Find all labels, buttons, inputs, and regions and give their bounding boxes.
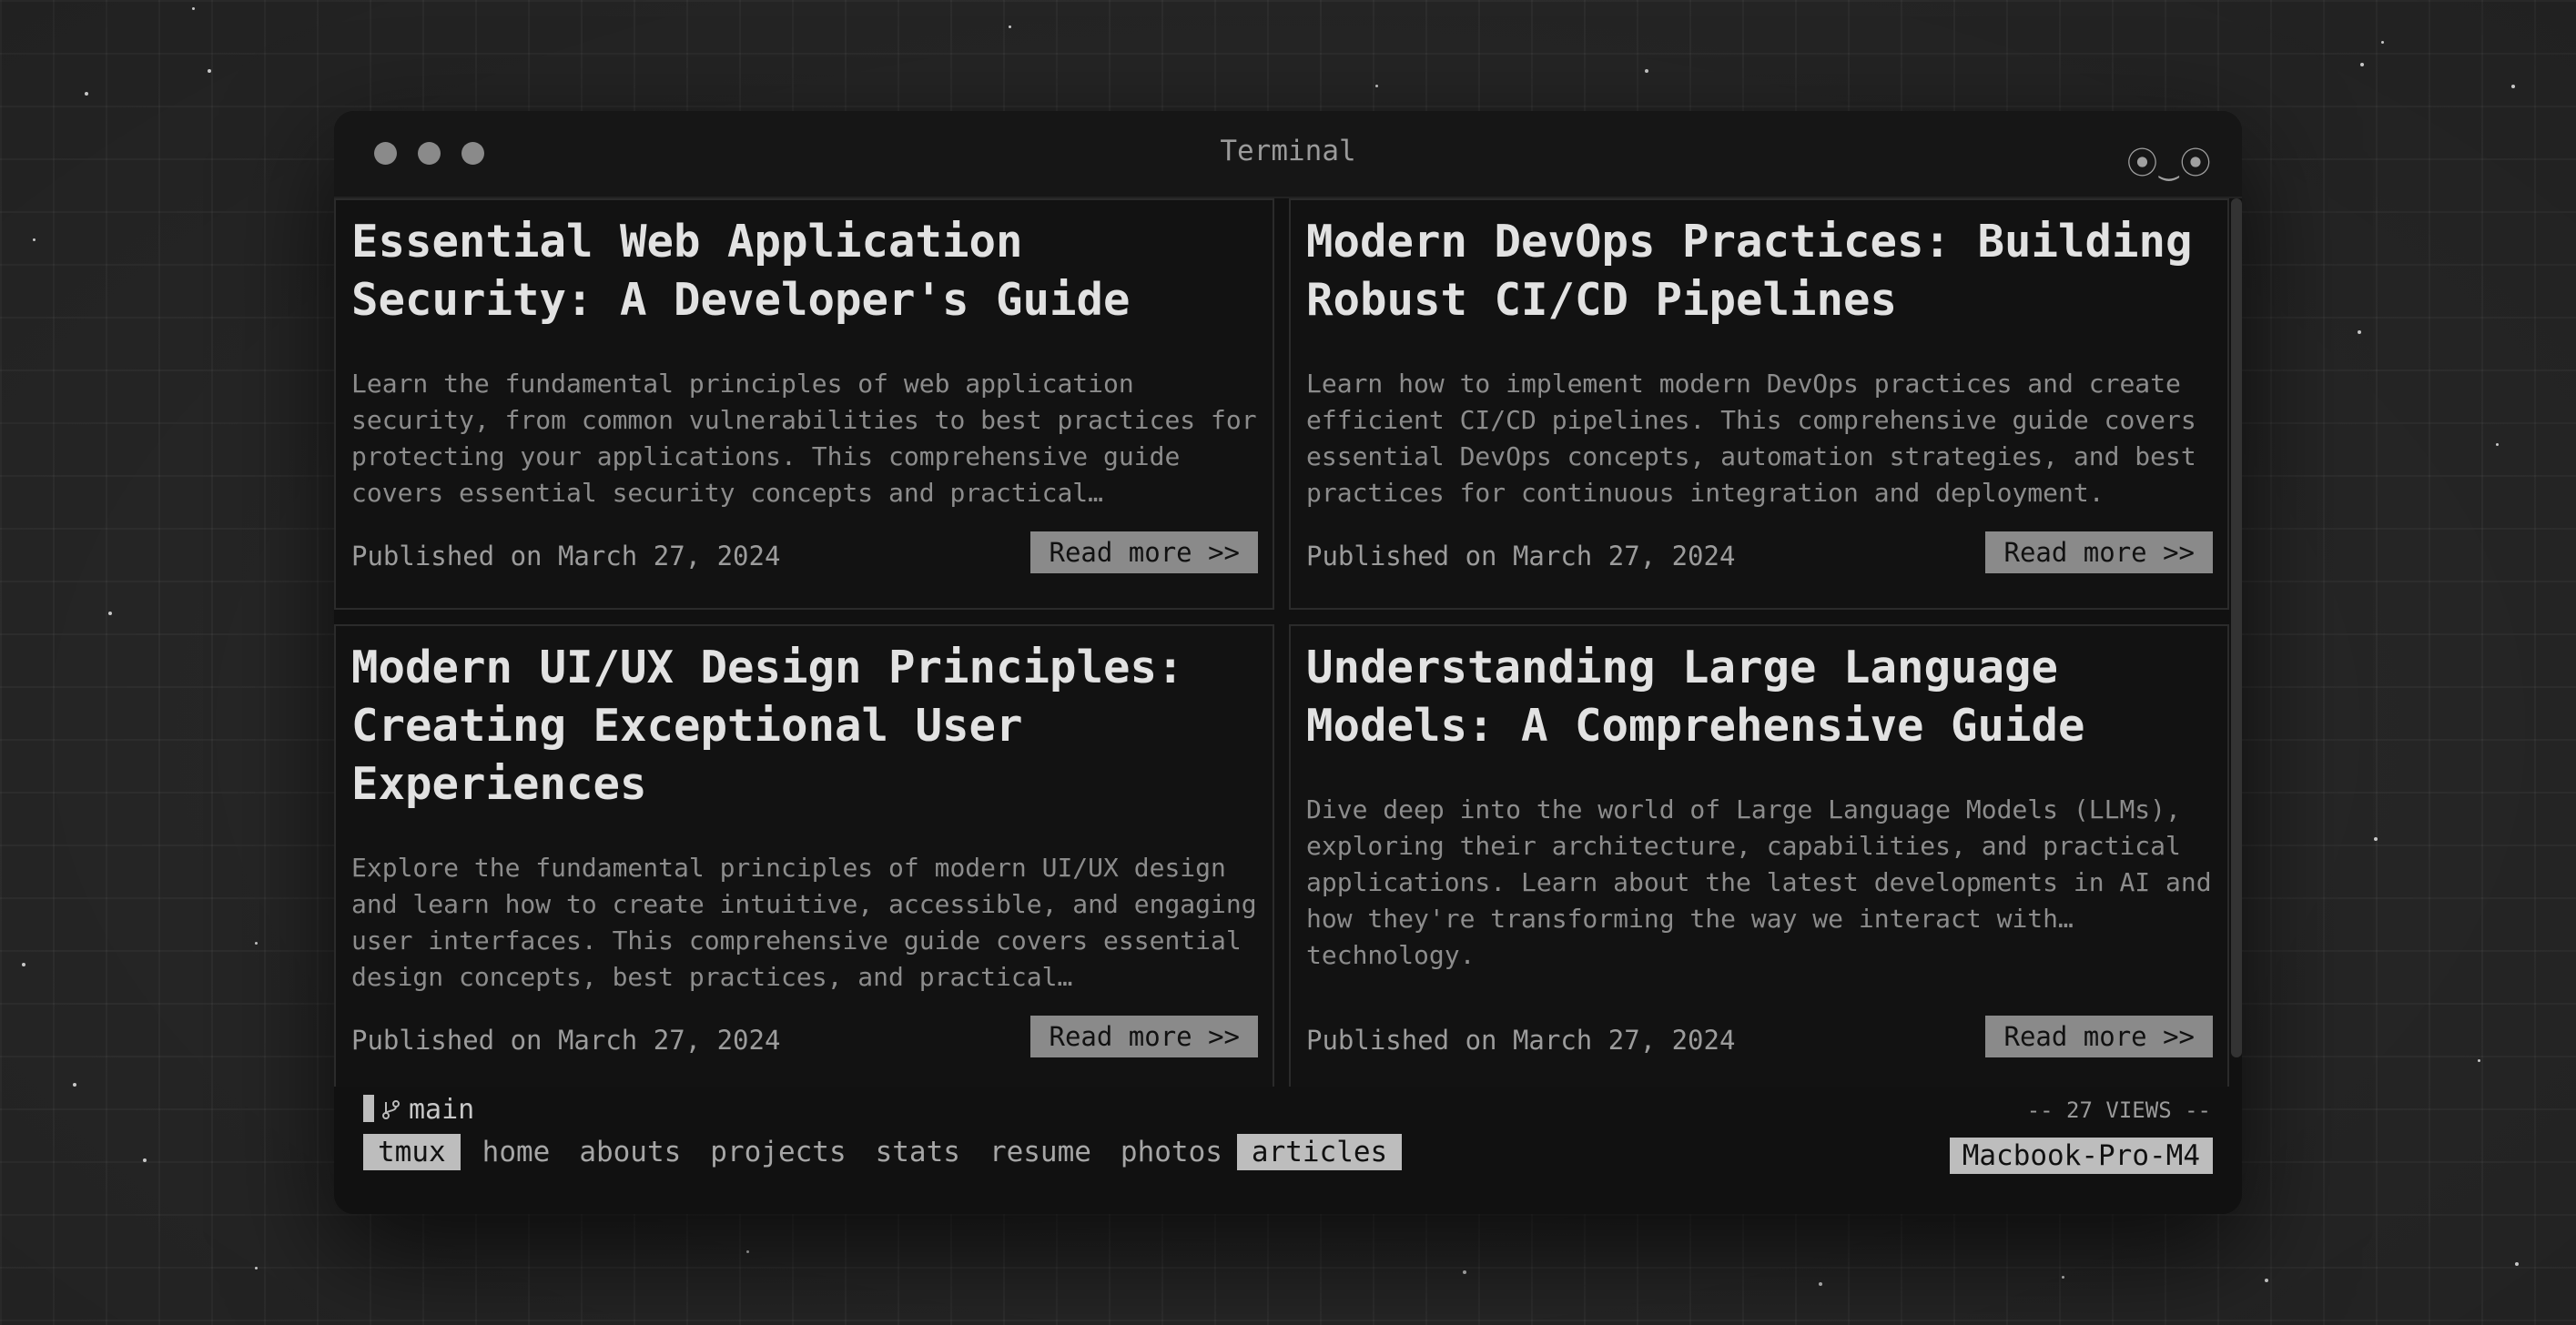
nav-item-articles[interactable]: articles bbox=[1236, 1134, 1403, 1170]
article-card: Essential Web Application Security: A De… bbox=[334, 198, 1274, 610]
session-label: tmux bbox=[363, 1134, 461, 1170]
nav-item-resume[interactable]: resume bbox=[975, 1134, 1106, 1170]
publish-date: Published on March 27, 2024 bbox=[351, 541, 781, 571]
tmux-status-bar: main -- 27 VIEWS -- tmux home abouts pro… bbox=[334, 1087, 2242, 1214]
git-branch-icon bbox=[382, 1100, 400, 1119]
article-card: Understanding Large Language Models: A C… bbox=[1289, 624, 2229, 1097]
articles-grid: Essential Web Application Security: A De… bbox=[334, 198, 2229, 1201]
title-bar: Terminal ⦿‿⦿ bbox=[334, 111, 2242, 198]
nav-item-abouts[interactable]: abouts bbox=[564, 1134, 695, 1170]
cursor-block bbox=[363, 1095, 374, 1122]
article-title[interactable]: Understanding Large Language Models: A C… bbox=[1306, 639, 2212, 755]
host-label: Macbook-Pro-M4 bbox=[1949, 1138, 2213, 1174]
read-more-button[interactable]: Read more >> bbox=[1985, 1016, 2213, 1057]
article-card: Modern DevOps Practices: Building Robust… bbox=[1289, 198, 2229, 610]
window-title: Terminal bbox=[1220, 135, 1356, 167]
branch-name: main bbox=[409, 1094, 475, 1126]
article-title[interactable]: Modern UI/UX Design Principles: Creating… bbox=[351, 639, 1257, 814]
article-excerpt: Learn how to implement modern DevOps pra… bbox=[1306, 369, 2196, 508]
nav-item-photos[interactable]: photos bbox=[1106, 1134, 1237, 1170]
read-more-button[interactable]: Read more >> bbox=[1030, 1016, 1258, 1057]
tmux-nav: tmux home abouts projects stats resume p… bbox=[363, 1134, 1403, 1170]
article-excerpt: Explore the fundamental principles of mo… bbox=[351, 853, 1257, 992]
publish-date: Published on March 27, 2024 bbox=[351, 1025, 781, 1056]
views-counter: -- 27 VIEWS -- bbox=[2026, 1097, 2211, 1123]
publish-date: Published on March 27, 2024 bbox=[1306, 541, 1736, 571]
publish-date: Published on March 27, 2024 bbox=[1306, 1025, 1736, 1056]
terminal-window: Terminal ⦿‿⦿ Essential Web Application S… bbox=[334, 111, 2242, 1214]
article-title[interactable]: Modern DevOps Practices: Building Robust… bbox=[1306, 213, 2212, 329]
article-excerpt: Dive deep into the world of Large Langua… bbox=[1306, 794, 2212, 970]
face-icon: ⦿‿⦿ bbox=[2126, 146, 2213, 182]
nav-item-projects[interactable]: projects bbox=[695, 1134, 860, 1170]
git-branch: main bbox=[363, 1094, 474, 1126]
read-more-button[interactable]: Read more >> bbox=[1030, 531, 1258, 573]
nav-item-stats[interactable]: stats bbox=[861, 1134, 975, 1170]
article-card: Modern UI/UX Design Principles: Creating… bbox=[334, 624, 1274, 1097]
article-excerpt: Learn the fundamental principles of web … bbox=[351, 369, 1257, 508]
article-title[interactable]: Essential Web Application Security: A De… bbox=[351, 213, 1257, 329]
scrollbar[interactable] bbox=[2231, 198, 2242, 1057]
nav-item-home[interactable]: home bbox=[468, 1134, 565, 1170]
read-more-button[interactable]: Read more >> bbox=[1985, 531, 2213, 573]
